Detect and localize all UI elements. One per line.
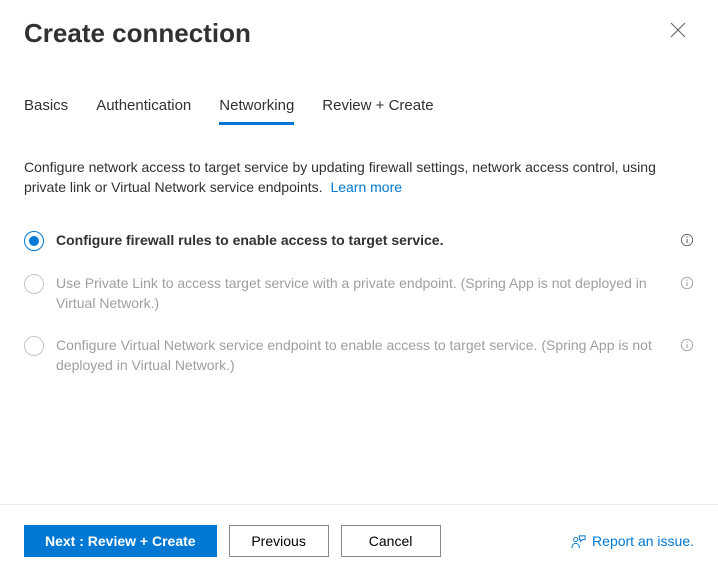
- description-text: Configure network access to target servi…: [24, 157, 694, 198]
- radio-vnet: [24, 336, 44, 356]
- learn-more-link[interactable]: Learn more: [330, 179, 402, 195]
- option-vnet-label: Configure Virtual Network service endpoi…: [56, 335, 672, 376]
- close-icon[interactable]: [666, 18, 690, 42]
- option-firewall[interactable]: Configure firewall rules to enable acces…: [24, 230, 694, 251]
- info-icon[interactable]: [680, 276, 694, 290]
- tab-networking[interactable]: Networking: [219, 97, 294, 125]
- networking-options: Configure firewall rules to enable acces…: [24, 230, 694, 376]
- report-issue-link[interactable]: Report an issue.: [571, 533, 694, 549]
- previous-button[interactable]: Previous: [229, 525, 329, 557]
- option-private-link: Use Private Link to access target servic…: [24, 273, 694, 314]
- option-firewall-label: Configure firewall rules to enable acces…: [56, 230, 672, 250]
- next-button[interactable]: Next : Review + Create: [24, 525, 217, 557]
- tab-review[interactable]: Review + Create: [322, 97, 433, 125]
- option-vnet: Configure Virtual Network service endpoi…: [24, 335, 694, 376]
- radio-private-link: [24, 274, 44, 294]
- radio-firewall[interactable]: [24, 231, 44, 251]
- page-title: Create connection: [24, 18, 251, 49]
- info-icon[interactable]: [680, 233, 694, 247]
- tab-authentication[interactable]: Authentication: [96, 97, 191, 125]
- tab-basics[interactable]: Basics: [24, 97, 68, 125]
- option-private-link-label: Use Private Link to access target servic…: [56, 273, 672, 314]
- tab-bar: Basics Authentication Networking Review …: [0, 97, 718, 125]
- cancel-button[interactable]: Cancel: [341, 525, 441, 557]
- person-feedback-icon: [571, 534, 586, 549]
- footer-bar: Next : Review + Create Previous Cancel R…: [0, 504, 718, 577]
- report-issue-label: Report an issue.: [592, 533, 694, 549]
- info-icon[interactable]: [680, 338, 694, 352]
